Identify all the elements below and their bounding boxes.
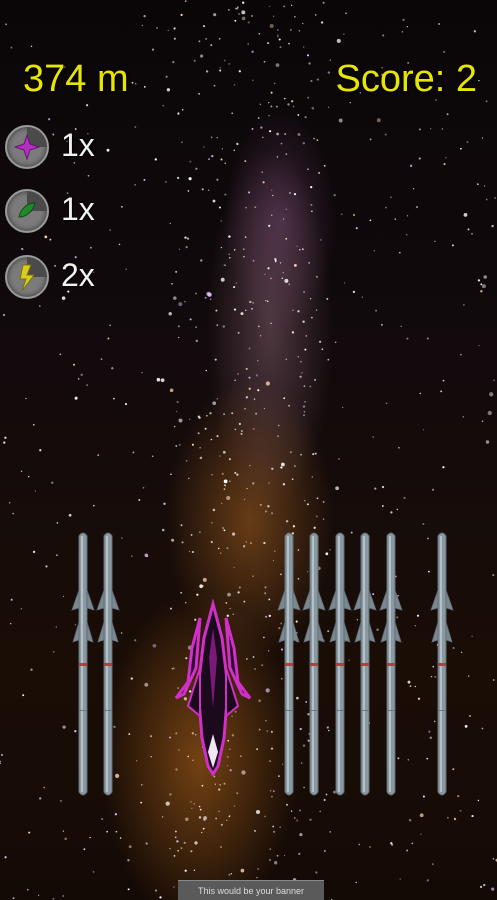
distance-counter: 374 m [23,58,129,100]
missile-obstacle [430,532,454,796]
powerup-slot-leaf[interactable]: 1x [5,189,125,235]
missile-obstacle [277,532,301,796]
score-counter: Score: 2 [335,58,477,100]
missile-obstacle [71,532,95,796]
powerup-slot-cross[interactable]: 1x [5,125,125,171]
lightning-bolt-icon [5,255,49,299]
plus-cross-icon [5,125,49,169]
game-screen[interactable]: 374 m Score: 2 1x 1x 2x This would be yo… [0,0,497,900]
missile-obstacle [328,532,352,796]
green-leaf-icon [5,189,49,233]
powerup-slot-bolt[interactable]: 2x [5,255,125,301]
missile-obstacle [302,532,326,796]
ad-banner[interactable]: This would be your banner [178,880,324,900]
missile-obstacle [379,532,403,796]
powerup-count: 1x [61,127,95,163]
powerup-count: 1x [61,191,95,227]
missile-obstacle [353,532,377,796]
powerup-count: 2x [61,257,95,293]
player-spaceship[interactable] [170,598,256,778]
missile-obstacle [96,532,120,796]
